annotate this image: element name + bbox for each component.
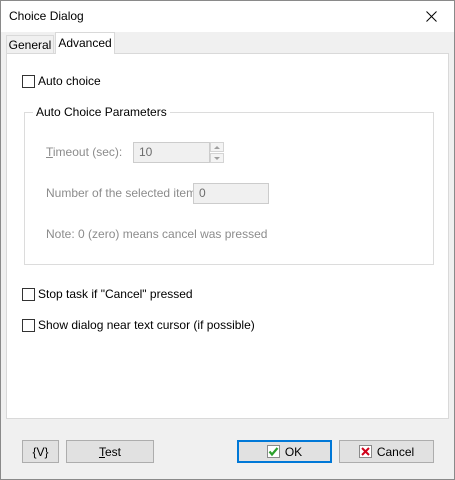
show-near-cursor-checkbox[interactable]: Show dialog near text cursor (if possibl… [22, 318, 255, 332]
stop-task-checkbox-box[interactable] [22, 287, 35, 301]
stop-task-checkbox[interactable]: Stop task if "Cancel" pressed [22, 287, 193, 301]
cancel-button[interactable]: Cancel [339, 440, 434, 463]
timeout-input[interactable]: 10 [133, 142, 210, 163]
close-button[interactable] [409, 1, 454, 32]
test-button-label: Test [98, 444, 121, 459]
ok-button-label: OK [284, 444, 303, 459]
auto-choice-checkbox-box[interactable] [22, 74, 35, 88]
cancel-button-label: Cancel [376, 444, 415, 459]
checkmark-icon [266, 445, 280, 458]
variables-button[interactable]: {V} [22, 440, 59, 463]
title-bar: Choice Dialog [1, 1, 454, 32]
show-near-cursor-label: Show dialog near text cursor (if possibl… [38, 318, 255, 332]
auto-choice-label: Auto choice [38, 74, 101, 88]
selected-item-input[interactable]: 0 [193, 183, 269, 204]
choice-dialog-window: Choice Dialog General Advanced Auto choi… [0, 0, 455, 480]
cancel-x-icon [358, 445, 372, 458]
ok-button[interactable]: OK [237, 440, 332, 463]
spin-down-button[interactable] [210, 153, 224, 163]
spin-up-button[interactable] [210, 142, 224, 152]
tab-advanced[interactable]: Advanced [55, 32, 115, 54]
stop-task-label: Stop task if "Cancel" pressed [38, 287, 193, 301]
auto-choice-checkbox[interactable]: Auto choice [22, 74, 101, 88]
show-near-cursor-checkbox-box[interactable] [22, 318, 35, 332]
arrow-up-icon [214, 145, 220, 149]
arrow-down-icon [214, 156, 220, 160]
timeout-label: Timeout (sec): [46, 145, 123, 159]
close-icon [426, 11, 437, 22]
tab-general[interactable]: General [6, 35, 54, 53]
selected-item-label: Number of the selected item: [46, 186, 200, 200]
note-text: Note: 0 (zero) means cancel was pressed [46, 227, 268, 241]
test-button[interactable]: Test [66, 440, 154, 463]
window-title: Choice Dialog [9, 9, 84, 23]
timeout-spinner[interactable] [210, 142, 224, 163]
group-title: Auto Choice Parameters [33, 105, 170, 119]
auto-choice-parameters-group: Auto Choice Parameters Timeout (sec): 10… [24, 105, 434, 265]
advanced-tab-panel: Auto choice Auto Choice Parameters Timeo… [6, 53, 449, 419]
